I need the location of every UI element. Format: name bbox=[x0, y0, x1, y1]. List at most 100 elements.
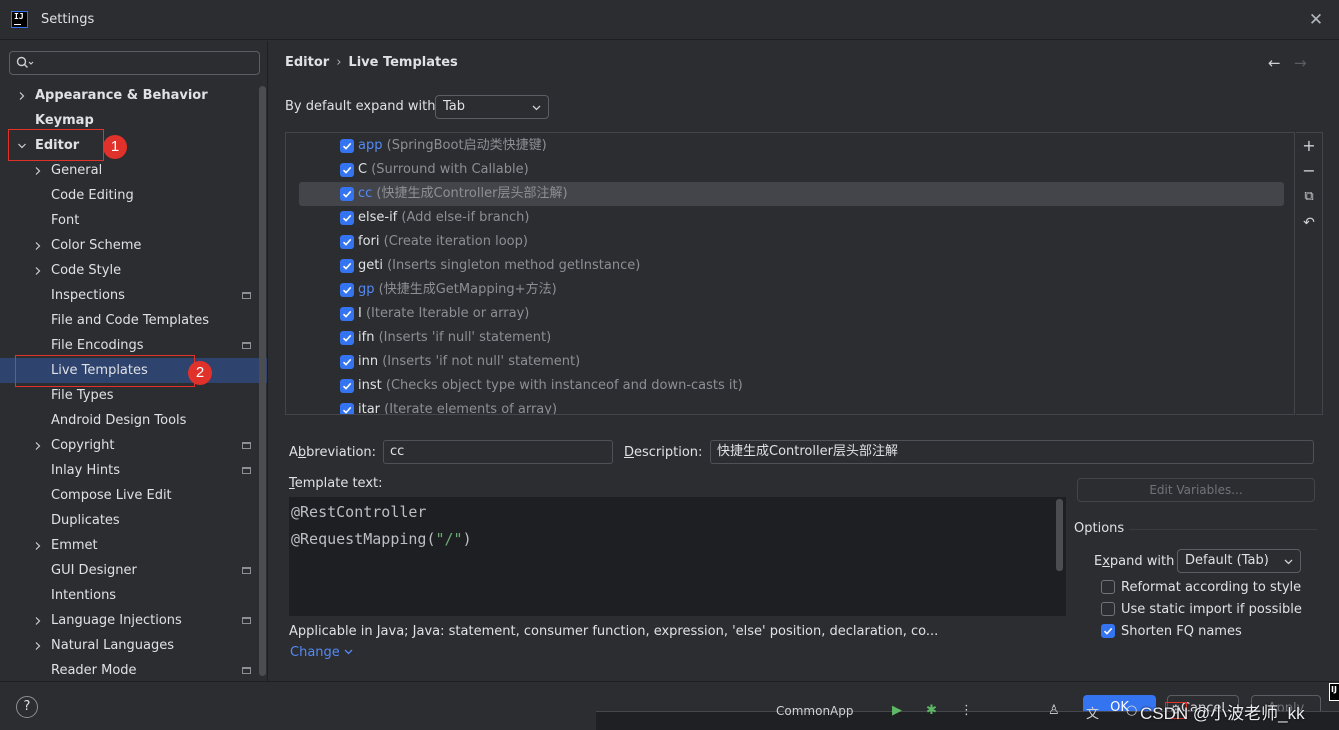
template-text: app (SpringBoot启动类快捷键) bbox=[358, 134, 547, 158]
chevron-right-icon[interactable] bbox=[33, 641, 43, 651]
template-row[interactable]: itar (Iterate elements of array) bbox=[299, 398, 1284, 414]
template-row[interactable]: C (Surround with Callable) bbox=[299, 158, 1284, 182]
sidebar-item-code-style[interactable]: Code Style bbox=[0, 258, 267, 283]
sidebar-item-copyright[interactable]: Copyright bbox=[0, 433, 267, 458]
template-row[interactable]: inst (Checks object type with instanceof… bbox=[299, 374, 1284, 398]
sidebar-item-natural-languages[interactable]: Natural Languages bbox=[0, 633, 267, 658]
project-config-icon bbox=[242, 342, 251, 349]
sidebar-item-font[interactable]: Font bbox=[0, 208, 267, 233]
check-icon bbox=[342, 238, 352, 246]
template-checkbox[interactable] bbox=[340, 211, 354, 225]
template-description: (Inserts singleton method getInstance) bbox=[382, 258, 641, 273]
forward-arrow-icon[interactable]: → bbox=[1294, 54, 1307, 72]
undo-icon[interactable]: ↶ bbox=[1300, 214, 1318, 232]
template-checkbox[interactable] bbox=[340, 403, 354, 414]
template-row[interactable]: geti (Inserts singleton method getInstan… bbox=[299, 254, 1284, 278]
template-checkbox[interactable] bbox=[340, 379, 354, 393]
expand-with-select[interactable]: Default (Tab) bbox=[1177, 549, 1301, 573]
template-checkbox[interactable] bbox=[340, 259, 354, 273]
more-icon[interactable]: ⋮ bbox=[960, 703, 973, 718]
sidebar-item-label: Intentions bbox=[51, 588, 117, 603]
template-row[interactable]: ifn (Inserts 'if null' statement) bbox=[299, 326, 1284, 350]
sidebar-item-gui-designer[interactable]: GUI Designer bbox=[0, 558, 267, 583]
sidebar-item-label: Duplicates bbox=[51, 513, 120, 528]
run-config-label[interactable]: CommonApp bbox=[776, 704, 854, 718]
run-icon[interactable]: ▶ bbox=[892, 703, 902, 718]
check-icon bbox=[342, 382, 352, 390]
template-row[interactable]: else-if (Add else-if branch) bbox=[299, 206, 1284, 230]
template-text-editor[interactable]: @RestController @RequestMapping("/") bbox=[289, 497, 1066, 616]
edit-variables-button[interactable]: Edit Variables... bbox=[1077, 478, 1315, 502]
change-context-link[interactable]: Change bbox=[290, 645, 353, 660]
template-abbreviation: app bbox=[358, 138, 383, 153]
search-input[interactable] bbox=[9, 51, 260, 75]
check-icon bbox=[342, 262, 352, 270]
sidebar-item-intentions[interactable]: Intentions bbox=[0, 583, 267, 608]
template-description: (SpringBoot启动类快捷键) bbox=[382, 138, 547, 153]
sidebar-item-code-editing[interactable]: Code Editing bbox=[0, 183, 267, 208]
sidebar-item-emmet[interactable]: Emmet bbox=[0, 533, 267, 558]
editor-scrollbar[interactable] bbox=[1056, 499, 1063, 571]
template-row[interactable]: cc (快捷生成Controller层头部注解) bbox=[299, 182, 1284, 206]
template-checkbox[interactable] bbox=[340, 283, 354, 297]
check-icon bbox=[342, 166, 352, 174]
chevron-right-icon[interactable] bbox=[33, 266, 43, 276]
sidebar-item-label: Inlay Hints bbox=[51, 463, 120, 478]
sidebar-scrollbar[interactable] bbox=[259, 86, 266, 676]
template-row[interactable]: gp (快捷生成GetMapping+方法) bbox=[299, 278, 1284, 302]
sidebar-item-label: File and Code Templates bbox=[51, 313, 209, 328]
description-input[interactable]: 快捷生成Controller层头部注解 bbox=[710, 440, 1314, 464]
title-bar: IJ Settings ✕ bbox=[0, 0, 1339, 40]
template-checkbox[interactable] bbox=[340, 139, 354, 153]
template-checkbox[interactable] bbox=[340, 187, 354, 201]
user-icon[interactable]: ♙ bbox=[1048, 703, 1060, 718]
close-icon[interactable]: ✕ bbox=[1307, 11, 1325, 29]
sidebar-item-language-injections[interactable]: Language Injections bbox=[0, 608, 267, 633]
sidebar-item-inlay-hints[interactable]: Inlay Hints bbox=[0, 458, 267, 483]
back-arrow-icon[interactable]: ← bbox=[1268, 54, 1281, 72]
template-checkbox[interactable] bbox=[340, 307, 354, 321]
template-checkbox[interactable] bbox=[340, 163, 354, 177]
abbreviation-input[interactable]: cc bbox=[383, 440, 613, 464]
remove-icon[interactable]: − bbox=[1300, 162, 1318, 180]
search-everywhere-icon[interactable]: ○ bbox=[1126, 703, 1137, 718]
default-expand-select[interactable]: Tab bbox=[435, 95, 549, 119]
template-description: (Create iteration loop) bbox=[379, 234, 528, 249]
breadcrumb-parent[interactable]: Editor bbox=[285, 55, 329, 70]
sidebar-item-duplicates[interactable]: Duplicates bbox=[0, 508, 267, 533]
sidebar-item-android-design-tools[interactable]: Android Design Tools bbox=[0, 408, 267, 433]
chevron-right-icon[interactable] bbox=[33, 616, 43, 626]
watermark: CSDN @小波老师_kk bbox=[1140, 704, 1305, 723]
sidebar-item-inspections[interactable]: Inspections bbox=[0, 283, 267, 308]
template-row[interactable]: inn (Inserts 'if not null' statement) bbox=[299, 350, 1284, 374]
template-checkbox[interactable] bbox=[340, 355, 354, 369]
template-row[interactable]: I (Iterate Iterable or array) bbox=[299, 302, 1284, 326]
help-button[interactable]: ? bbox=[16, 696, 38, 718]
copy-icon[interactable]: ⧉ bbox=[1300, 188, 1318, 206]
sidebar-item-label: General bbox=[51, 163, 103, 178]
template-checkbox[interactable] bbox=[340, 331, 354, 345]
template-row[interactable]: app (SpringBoot启动类快捷键) bbox=[299, 134, 1284, 158]
shorten-fq-checkbox[interactable] bbox=[1101, 624, 1115, 638]
chevron-right-icon[interactable] bbox=[33, 166, 43, 176]
translate-icon[interactable]: 文 bbox=[1086, 703, 1099, 722]
template-row[interactable]: fori (Create iteration loop) bbox=[299, 230, 1284, 254]
sidebar-item-general[interactable]: General bbox=[0, 158, 267, 183]
template-abbreviation: inst bbox=[358, 378, 382, 393]
add-icon[interactable]: + bbox=[1300, 137, 1318, 155]
sidebar-item-file-and-code-templates[interactable]: File and Code Templates bbox=[0, 308, 267, 333]
template-text: else-if (Add else-if branch) bbox=[358, 206, 529, 230]
static-import-checkbox[interactable] bbox=[1101, 602, 1115, 616]
sidebar-item-color-scheme[interactable]: Color Scheme bbox=[0, 233, 267, 258]
sidebar-item-appearance-behavior[interactable]: Appearance & Behavior bbox=[0, 83, 267, 108]
chevron-right-icon[interactable] bbox=[33, 241, 43, 251]
sidebar-item-reader-mode[interactable]: Reader Mode bbox=[0, 658, 267, 683]
template-checkbox[interactable] bbox=[340, 235, 354, 249]
chevron-right-icon[interactable] bbox=[33, 541, 43, 551]
chevron-right-icon[interactable] bbox=[33, 441, 43, 451]
chevron-right-icon[interactable] bbox=[17, 91, 27, 101]
sidebar-item-compose-live-edit[interactable]: Compose Live Edit bbox=[0, 483, 267, 508]
template-abbreviation: gp bbox=[358, 282, 375, 297]
reformat-checkbox[interactable] bbox=[1101, 580, 1115, 594]
debug-icon[interactable]: ✱ bbox=[926, 703, 937, 718]
